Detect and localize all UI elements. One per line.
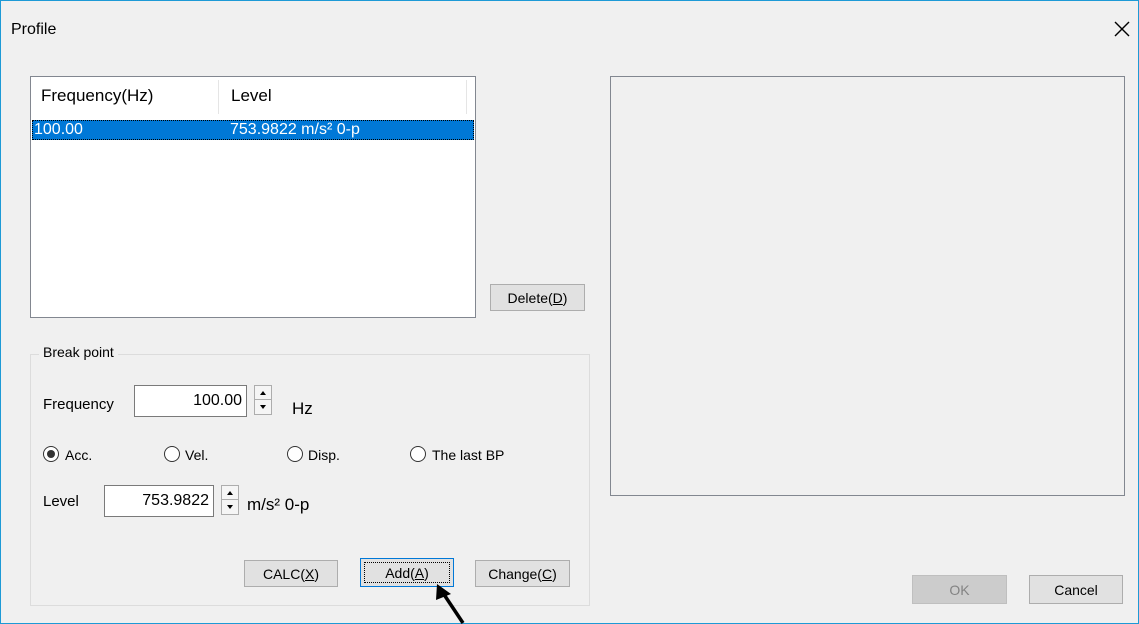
spin-down-icon[interactable] [255,400,271,414]
frequency-input[interactable]: 100.00 [134,385,247,417]
breakpoint-group-label: Break point [39,344,118,360]
radio-last-bp[interactable] [410,446,426,462]
frequency-label: Frequency [43,396,114,413]
column-header-frequency[interactable]: Frequency(Hz) [41,86,153,106]
spin-up-icon[interactable] [255,386,271,400]
frequency-unit: Hz [292,399,313,418]
level-label: Level [43,493,79,510]
profile-graph-panel [610,76,1125,496]
radio-selected-dot [47,450,55,458]
arrow-pointer-icon [436,584,465,624]
change-button[interactable]: Change(C) [475,560,570,587]
column-divider[interactable] [466,80,467,114]
spin-down-icon[interactable] [222,500,238,514]
delete-button[interactable]: Delete(D) [490,284,585,311]
column-header-level[interactable]: Level [231,86,272,106]
profile-dialog: Profile Frequency(Hz) Level 100.00 753.9… [0,0,1139,624]
radio-vel[interactable] [164,446,180,462]
row-level: 753.9822 m/s² 0-p [230,121,360,138]
column-divider[interactable] [218,80,219,114]
radio-last-bp-label[interactable]: The last BP [432,447,504,463]
radio-acc[interactable] [43,446,59,462]
radio-acc-label[interactable]: Acc. [65,447,92,463]
window-title: Profile [11,21,57,38]
level-unit: m/s² 0-p [247,495,310,514]
frequency-spinner[interactable] [254,385,272,415]
radio-disp-label[interactable]: Disp. [308,447,340,463]
close-icon[interactable] [1110,17,1134,41]
radio-disp[interactable] [287,446,303,462]
breakpoint-list[interactable]: Frequency(Hz) Level 100.00 753.9822 m/s²… [30,76,476,318]
level-spinner[interactable] [221,485,239,515]
list-row-selected[interactable]: 100.00 753.9822 m/s² 0-p [32,120,474,140]
cancel-button[interactable]: Cancel [1029,575,1123,604]
radio-vel-label[interactable]: Vel. [185,447,208,463]
calc-button[interactable]: CALC(X) [244,560,338,587]
row-frequency: 100.00 [34,121,83,138]
spin-up-icon[interactable] [222,486,238,500]
level-input[interactable]: 753.9822 [104,485,214,517]
ok-button[interactable]: OK [912,575,1007,604]
